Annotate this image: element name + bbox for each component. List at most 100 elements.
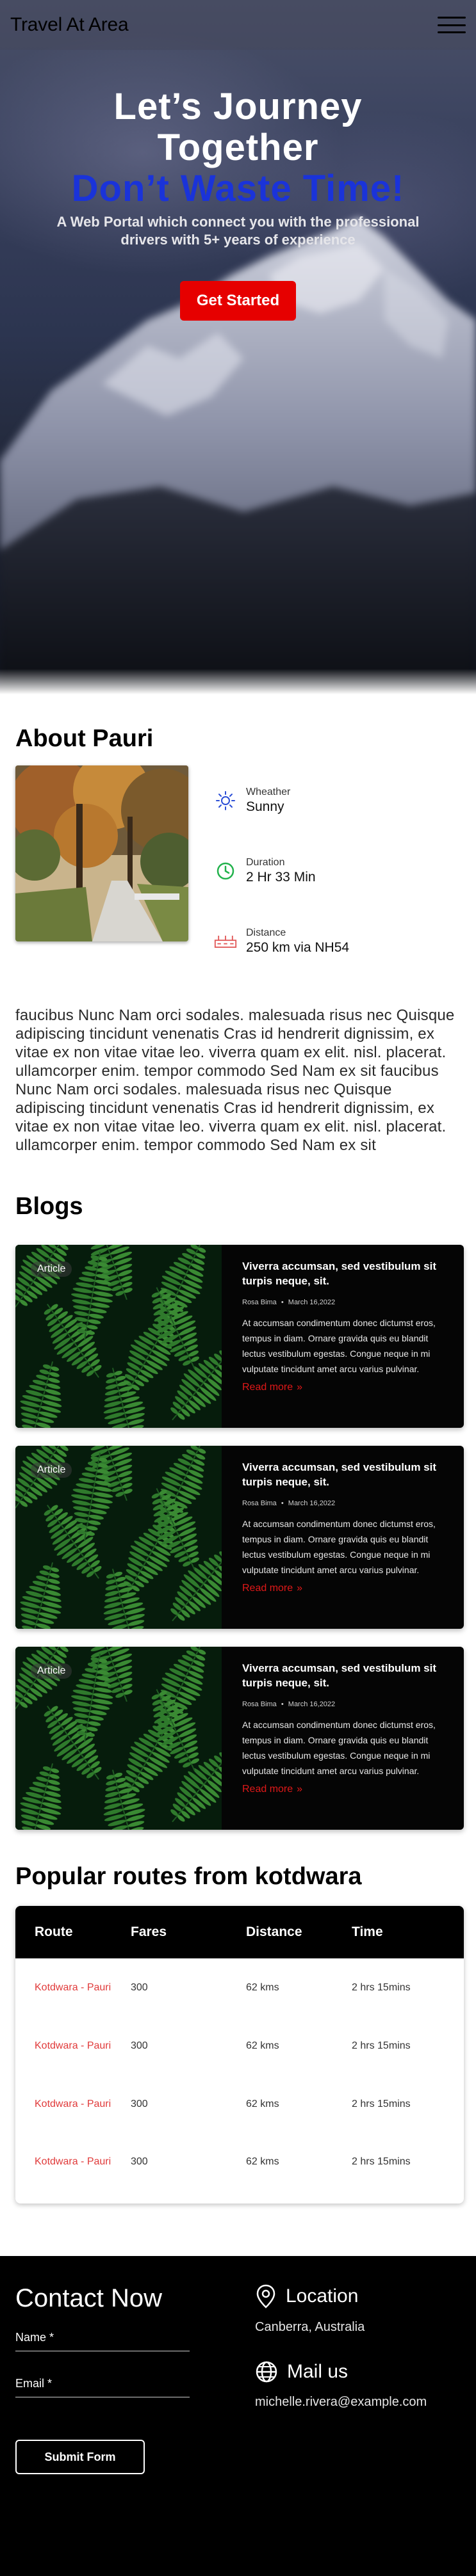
route-name[interactable]: Kotdwara - Pauri (15, 1982, 131, 1994)
hero-title-line-2: Together (0, 127, 476, 168)
article-badge: Article (31, 1663, 72, 1679)
about-section: About Pauri (0, 694, 476, 1155)
blog-meta: Rosa Bima • March 16,2022 (242, 1700, 445, 1708)
blogs-section: Blogs Article Viverra accumsan, sed vest… (0, 1155, 476, 1830)
blogs-title: Blogs (15, 1193, 461, 1220)
name-label: Name * (15, 2331, 190, 2344)
route-time: 2 hrs 15mins (352, 2099, 464, 2110)
blog-date: March 16,2022 (288, 1299, 335, 1306)
email-label: Email * (15, 2377, 190, 2390)
hero-title-line-1: Let’s Journey (0, 86, 476, 127)
read-more-text[interactable]: Read more (242, 1583, 293, 1594)
mail-heading: Mail us (255, 2360, 466, 2383)
double-chevron-right-icon: » (297, 1583, 302, 1594)
duration-info: Duration 2 Hr 33 Min (214, 836, 432, 906)
route-row: Kotdwara - Pauri30062 kms2 hrs 15mins (15, 1958, 464, 2017)
route-time: 2 hrs 15mins (352, 1982, 464, 1994)
route-distance: 62 kms (246, 2099, 352, 2110)
submit-form-button[interactable]: Submit Form (15, 2440, 145, 2474)
blog-author: Rosa Bima (242, 1299, 277, 1306)
duration-value: 2 Hr 33 Min (246, 870, 316, 885)
location-value: Canberra, Australia (255, 2320, 466, 2335)
weather-label: Wheather (246, 787, 290, 798)
blog-title[interactable]: Viverra accumsan, sed vestibulum sit tur… (242, 1460, 445, 1489)
distance-label: Distance (246, 927, 349, 939)
read-more-link[interactable]: Read more » (242, 1583, 302, 1594)
fern-image: Article (15, 1245, 222, 1428)
route-name[interactable]: Kotdwara - Pauri (15, 2156, 131, 2168)
hero-bottom-fade (0, 669, 476, 694)
blog-card[interactable]: Article Viverra accumsan, sed vestibulum… (15, 1245, 464, 1428)
hero-section: Travel At Area Let’s Journey Together Do… (0, 0, 476, 694)
contact-section: Contact Now Name * Email * Submit Form L… (0, 2256, 476, 2576)
blog-date: March 16,2022 (288, 1500, 335, 1507)
blog-card[interactable]: Article Viverra accumsan, sed vestibulum… (15, 1446, 464, 1629)
email-field[interactable]: Email * (15, 2377, 190, 2397)
mail-heading-text: Mail us (287, 2361, 348, 2383)
read-more-link[interactable]: Read more » (242, 1784, 302, 1795)
article-badge: Article (31, 1261, 72, 1277)
get-started-button[interactable]: Get Started (180, 281, 296, 321)
road-icon (214, 930, 237, 953)
blog-title[interactable]: Viverra accumsan, sed vestibulum sit tur… (242, 1259, 445, 1288)
read-more-text[interactable]: Read more (242, 1784, 293, 1795)
name-field[interactable]: Name * (15, 2331, 190, 2351)
route-fare: 300 (131, 2099, 246, 2110)
route-fare: 300 (131, 2156, 246, 2168)
routes-section: Popular routes from kotdwara Route Fares… (0, 1848, 476, 2204)
hero-accent-text: Don’t Waste Time! (0, 168, 476, 209)
contact-form: Contact Now Name * Email * Submit Form (15, 2284, 195, 2474)
brand-logo[interactable]: Travel At Area (10, 14, 129, 36)
blog-card[interactable]: Article Viverra accumsan, sed vestibulum… (15, 1647, 464, 1830)
blog-title[interactable]: Viverra accumsan, sed vestibulum sit tur… (242, 1661, 445, 1690)
about-title: About Pauri (15, 725, 461, 753)
blog-meta: Rosa Bima • March 16,2022 (242, 1500, 445, 1507)
location-pin-icon (255, 2284, 277, 2308)
hero-content: Let’s Journey Together Don’t Waste Time!… (0, 86, 476, 321)
mail-value[interactable]: michelle.rivera@example.com (255, 2395, 466, 2410)
column-route: Route (15, 1924, 131, 1940)
route-fare: 300 (131, 2040, 246, 2052)
weather-info: Wheather Sunny (214, 765, 432, 836)
double-chevron-right-icon: » (297, 1784, 302, 1795)
read-more-link[interactable]: Read more » (242, 1382, 302, 1393)
column-fares: Fares (131, 1924, 246, 1940)
location-heading: Location (255, 2284, 466, 2308)
route-name[interactable]: Kotdwara - Pauri (15, 2040, 131, 2052)
duration-label: Duration (246, 857, 316, 868)
route-row: Kotdwara - Pauri30062 kms2 hrs 15mins (15, 2133, 464, 2204)
double-chevron-right-icon: » (297, 1382, 302, 1393)
blog-date: March 16,2022 (288, 1700, 335, 1708)
clock-icon (214, 860, 237, 883)
globe-icon (255, 2360, 278, 2383)
hamburger-menu-icon[interactable] (438, 14, 466, 36)
sun-icon (214, 789, 237, 812)
about-road-photo (15, 765, 188, 941)
hero-subtitle-line-1: A Web Portal which connect you with the … (0, 213, 476, 231)
contact-title: Contact Now (15, 2284, 195, 2313)
fern-image: Article (15, 1446, 222, 1629)
read-more-text[interactable]: Read more (242, 1382, 293, 1393)
autumn-road-image (15, 765, 188, 941)
blog-meta: Rosa Bima • March 16,2022 (242, 1299, 445, 1306)
about-info-list: Wheather Sunny Duration 2 Hr 33 Min Di (188, 765, 432, 977)
weather-value: Sunny (246, 799, 290, 815)
fern-image: Article (15, 1647, 222, 1830)
route-row: Kotdwara - Pauri30062 kms2 hrs 15mins (15, 2075, 464, 2133)
about-description: faucibus Nunc Nam orci sodales. malesuad… (15, 1006, 461, 1155)
blog-description: At accumsan condimentum donec dictumst e… (242, 1516, 445, 1578)
route-name[interactable]: Kotdwara - Pauri (15, 2099, 131, 2110)
route-distance: 62 kms (246, 2156, 352, 2168)
location-heading-text: Location (286, 2285, 358, 2307)
route-row: Kotdwara - Pauri30062 kms2 hrs 15mins (15, 2017, 464, 2075)
column-time: Time (352, 1924, 464, 1940)
route-distance: 62 kms (246, 1982, 352, 1994)
blog-description: At accumsan condimentum donec dictumst e… (242, 1717, 445, 1779)
distance-value: 250 km via NH54 (246, 940, 349, 956)
routes-table: Route Fares Distance Time Kotdwara - Pau… (15, 1906, 464, 2204)
blog-list: Article Viverra accumsan, sed vestibulum… (15, 1245, 461, 1830)
blog-description: At accumsan condimentum donec dictumst e… (242, 1315, 445, 1377)
route-time: 2 hrs 15mins (352, 2040, 464, 2052)
contact-details: Location Canberra, Australia Mail us mic… (255, 2284, 466, 2410)
distance-info: Distance 250 km via NH54 (214, 906, 432, 977)
